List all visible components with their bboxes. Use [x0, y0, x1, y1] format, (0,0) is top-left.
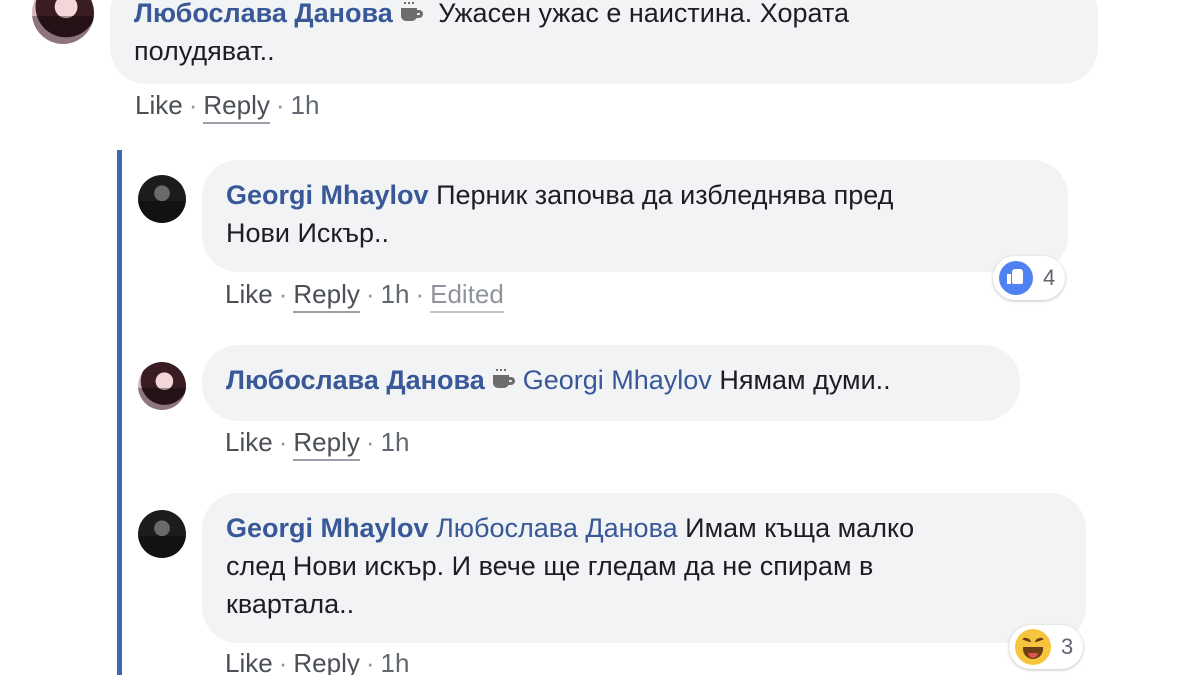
coffee-cup-icon [491, 369, 517, 391]
avatar[interactable] [138, 510, 186, 558]
comment-author[interactable]: Georgi Mhaylov [226, 180, 429, 210]
like-link[interactable]: Like [225, 279, 273, 309]
comment-author[interactable]: Любослава Данова [226, 365, 485, 395]
comment-text: Перник започва да избледнява пред [436, 180, 894, 210]
avatar[interactable] [138, 362, 186, 410]
timestamp[interactable]: 1h [291, 90, 320, 120]
like-link[interactable]: Like [225, 648, 273, 675]
separator: · [365, 648, 375, 675]
separator: · [365, 279, 375, 309]
reply-link[interactable]: Reply [293, 427, 360, 461]
comment-author[interactable]: Любослава Данова [134, 0, 393, 28]
reply-link[interactable]: Reply [203, 90, 270, 124]
like-link[interactable]: Like [135, 90, 183, 120]
comment-author[interactable]: Georgi Mhaylov [226, 513, 429, 543]
separator: · [188, 90, 198, 120]
mention-link[interactable]: Любослава Данова [436, 513, 678, 543]
comment-text: Ужасен ужас е наистина. Хората [438, 0, 850, 28]
timestamp[interactable]: 1h [381, 279, 410, 309]
comment-text: Нямам думи.. [719, 365, 891, 395]
comment-actions: Like · Reply · 1h · Edited [225, 279, 504, 313]
comment-text: полудяват.. [134, 36, 275, 66]
comment-actions: Like · Reply · 1h [225, 648, 409, 675]
comment-bubble: Любослава Данова Georgi Mhaylov Нямам дум… [202, 345, 1020, 421]
comment-bubble: Любослава Данова Ужасен ужас е наистина.… [110, 0, 1098, 84]
separator: · [275, 90, 285, 120]
haha-reaction-icon [1015, 629, 1051, 665]
reaction-count: 3 [1061, 634, 1074, 659]
avatar[interactable] [138, 175, 186, 223]
comment-text: Имам къща малко [685, 513, 915, 543]
comment-actions: Like · Reply · 1h [225, 427, 410, 461]
reaction-count: 4 [1043, 265, 1056, 290]
separator: · [415, 279, 425, 309]
separator: · [278, 648, 288, 675]
avatar[interactable] [32, 0, 94, 44]
comment-bubble: Georgi Mhaylov Перник започва да избледн… [202, 160, 1068, 272]
mention-link[interactable]: Georgi Mhaylov [523, 365, 712, 395]
separator: · [365, 427, 375, 457]
comment-actions: Like · Reply · 1h [135, 90, 320, 124]
separator: · [278, 279, 288, 309]
edited-link[interactable]: Edited [430, 279, 504, 313]
comment-bubble: Georgi Mhaylov Любослава Данова Имам къщ… [202, 493, 1086, 643]
coffee-cup-icon [399, 2, 425, 24]
comment-text: квартала.. [226, 589, 355, 619]
like-link[interactable]: Like [225, 427, 273, 457]
reaction-summary[interactable]: 4 [993, 256, 1066, 300]
comment-text: след Нови искър. И вече ще гледам да не … [226, 551, 874, 581]
reply-thread-line [117, 150, 122, 675]
timestamp[interactable]: 1h [381, 648, 410, 675]
reply-link[interactable]: Reply [293, 279, 360, 313]
reaction-summary[interactable]: 3 [1009, 625, 1084, 669]
comment-text: Нови Искър.. [226, 218, 390, 248]
reply-link[interactable]: Reply [293, 648, 360, 675]
timestamp[interactable]: 1h [381, 427, 410, 457]
separator: · [278, 427, 288, 457]
like-reaction-icon [999, 261, 1033, 295]
comment-thread: Любослава Данова Ужасен ужас е наистина.… [0, 0, 1200, 675]
